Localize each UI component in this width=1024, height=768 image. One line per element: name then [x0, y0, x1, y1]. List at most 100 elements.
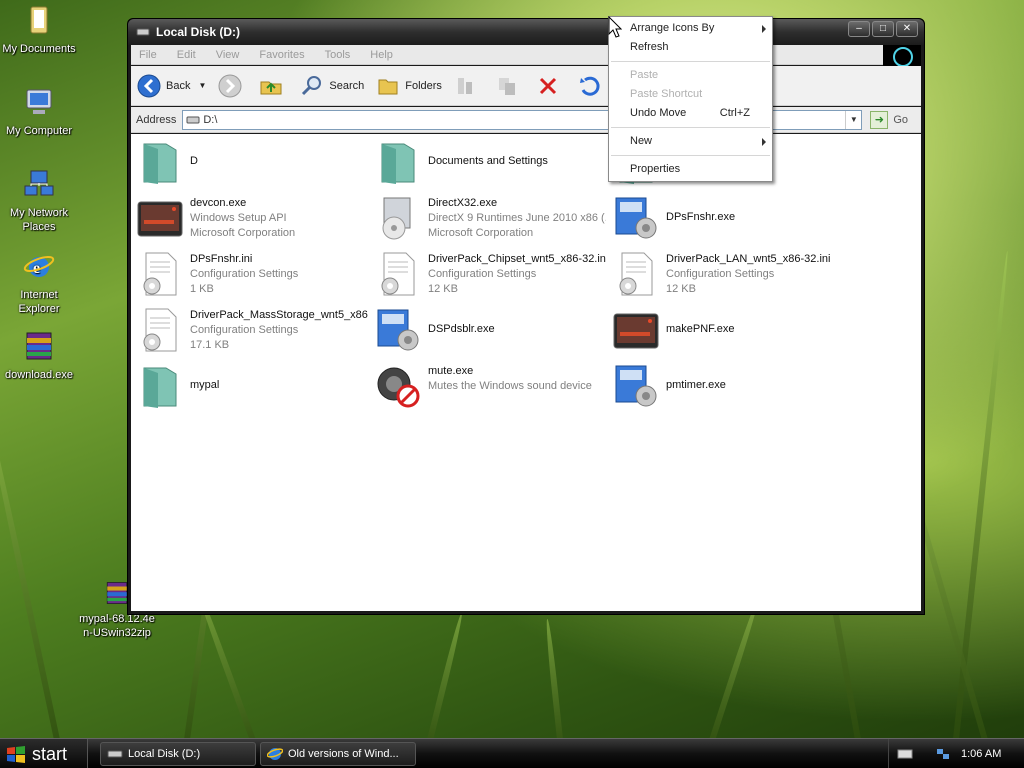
- desktop-icon-download-exe[interactable]: download.exe: [0, 330, 78, 382]
- file-detail: Microsoft Corporation: [428, 227, 534, 239]
- title-bar[interactable]: Local Disk (D:) – □ ✕: [128, 19, 924, 45]
- internet-explorer-icon: e: [23, 256, 55, 277]
- internet-explorer-icon: [267, 748, 283, 760]
- maximize-button[interactable]: □: [872, 21, 894, 37]
- file-name: pmtimer.exe: [666, 379, 726, 391]
- setup-exe-icon: [377, 309, 419, 351]
- desktop-icon-my-documents[interactable]: My Documents: [0, 4, 78, 56]
- menu-view[interactable]: View: [216, 49, 240, 61]
- menu-separator: [611, 61, 770, 62]
- menu-separator: [611, 127, 770, 128]
- file-name: makePNF.exe: [666, 323, 735, 335]
- file-item[interactable]: makePNF.exe: [612, 306, 844, 358]
- windows-logo: [883, 45, 921, 67]
- close-button[interactable]: ✕: [896, 21, 918, 37]
- file-name: DriverPack_Chipset_wnt5_x86-32.ini: [428, 253, 606, 265]
- file-type: Configuration Settings: [428, 268, 537, 280]
- back-button[interactable]: Back ▼: [137, 74, 206, 98]
- file-type: Windows Setup API: [190, 212, 287, 224]
- delete-button[interactable]: [536, 74, 565, 98]
- folders-icon: [378, 79, 398, 94]
- folder-icon: [143, 143, 177, 184]
- file-item[interactable]: pmtimer.exe: [612, 362, 844, 414]
- back-arrow-icon: [137, 74, 161, 97]
- window-title: Local Disk (D:): [156, 25, 241, 39]
- folder-icon: [143, 367, 177, 408]
- forward-arrow-icon: [218, 74, 242, 97]
- submenu-arrow-icon: [762, 25, 766, 33]
- file-item[interactable]: DPsFnshr.ini Configuration Settings 1 KB: [136, 250, 368, 302]
- file-item[interactable]: DriverPack_MassStorage_wnt5_x86... Config…: [136, 306, 368, 358]
- file-name: mute.exe: [428, 365, 474, 377]
- up-folder-icon: [260, 81, 282, 94]
- folder-documents-icon: [30, 6, 48, 34]
- file-name: DPsFnshr.exe: [666, 211, 736, 223]
- desktop-icon-my-computer[interactable]: My Computer: [0, 86, 78, 138]
- file-detail: 12 KB: [428, 283, 458, 295]
- menu-file[interactable]: File: [139, 49, 157, 61]
- network-icon[interactable]: [935, 747, 951, 761]
- file-item[interactable]: DirectX32.exe DirectX 9 Runtimes June 201…: [374, 194, 606, 246]
- file-name: devcon.exe: [190, 197, 247, 209]
- address-label: Address: [136, 113, 177, 126]
- file-list[interactable]: DDocuments and SettingsWINDOWSdevcon.exe…: [131, 134, 921, 611]
- file-item[interactable]: mypal: [136, 362, 368, 414]
- copy-to-button[interactable]: [495, 74, 524, 98]
- context-menu-item[interactable]: Arrange Icons By: [609, 19, 772, 38]
- start-button[interactable]: start: [0, 739, 88, 768]
- file-item[interactable]: DriverPack_LAN_wnt5_x86-32.ini Configurat…: [612, 250, 844, 302]
- context-menu-item[interactable]: Undo Move Ctrl+Z: [609, 104, 772, 123]
- context-menu-item[interactable]: Refresh: [609, 38, 772, 57]
- file-name: DPsFnshr.ini: [190, 253, 253, 265]
- file-item[interactable]: Documents and Settings: [374, 138, 606, 190]
- setup-exe-icon: [615, 197, 657, 239]
- search-button[interactable]: Search: [300, 74, 364, 98]
- undo-icon: [579, 76, 600, 96]
- address-dropdown-icon[interactable]: ▼: [845, 110, 861, 129]
- drive-icon: [136, 28, 150, 36]
- desktop-icon-internet-explorer[interactable]: e Internet Explorer: [0, 250, 78, 316]
- file-type: Configuration Settings: [666, 268, 775, 280]
- clock[interactable]: 1:06 AM: [961, 748, 1001, 760]
- menu-tools[interactable]: Tools: [325, 49, 351, 61]
- folder-icon: [381, 143, 415, 184]
- folders-button[interactable]: Folders: [376, 74, 442, 98]
- drive-icon: [186, 116, 200, 123]
- go-button[interactable]: ➜ Go: [870, 110, 908, 129]
- task-browser[interactable]: Old versions of Wind...: [260, 742, 416, 766]
- move-to-button[interactable]: [454, 74, 483, 98]
- windows-flag-icon: [7, 746, 25, 763]
- go-arrow-icon: ➜: [870, 110, 889, 129]
- file-detail: 12 KB: [666, 283, 696, 295]
- file-item[interactable]: DSPdsblr.exe: [374, 306, 606, 358]
- file-type: Mutes the Windows sound device: [428, 380, 592, 392]
- file-detail: Microsoft Corporation: [190, 227, 296, 239]
- copy-to-icon: [498, 77, 515, 95]
- menu-edit[interactable]: Edit: [177, 49, 196, 61]
- file-item[interactable]: DPsFnshr.exe: [612, 194, 844, 246]
- taskbar: start Local Disk (D:) Old versions of Wi…: [0, 738, 1024, 768]
- config-file-icon: [143, 308, 177, 352]
- file-detail: 17.1 KB: [190, 339, 230, 351]
- file-name: Documents and Settings: [428, 155, 548, 167]
- file-name: mypal: [190, 379, 220, 391]
- file-item[interactable]: devcon.exe Windows Setup API Microsoft Cor…: [136, 194, 368, 246]
- forward-button[interactable]: [218, 74, 247, 98]
- file-item[interactable]: DriverPack_Chipset_wnt5_x86-32.ini Config…: [374, 250, 606, 302]
- up-folder-button[interactable]: [259, 74, 288, 98]
- minimize-button[interactable]: –: [848, 21, 870, 37]
- network-icon: [24, 170, 54, 196]
- undo-button[interactable]: [577, 74, 606, 98]
- desktop-icon-my-network-places[interactable]: My Network Places: [0, 168, 78, 234]
- context-menu-item[interactable]: New: [609, 132, 772, 151]
- task-local-disk[interactable]: Local Disk (D:): [100, 742, 256, 766]
- menu-help[interactable]: Help: [370, 49, 393, 61]
- file-item[interactable]: D: [136, 138, 368, 190]
- file-item[interactable]: mute.exe Mutes the Windows sound device: [374, 362, 606, 414]
- back-dropdown-icon[interactable]: ▼: [198, 81, 206, 90]
- shortcut-label: Ctrl+Z: [719, 107, 750, 119]
- context-menu-item[interactable]: Properties: [609, 160, 772, 179]
- keyboard-icon[interactable]: [897, 747, 913, 761]
- menu-favorites[interactable]: Favorites: [259, 49, 304, 61]
- file-name: DSPdsblr.exe: [428, 323, 495, 335]
